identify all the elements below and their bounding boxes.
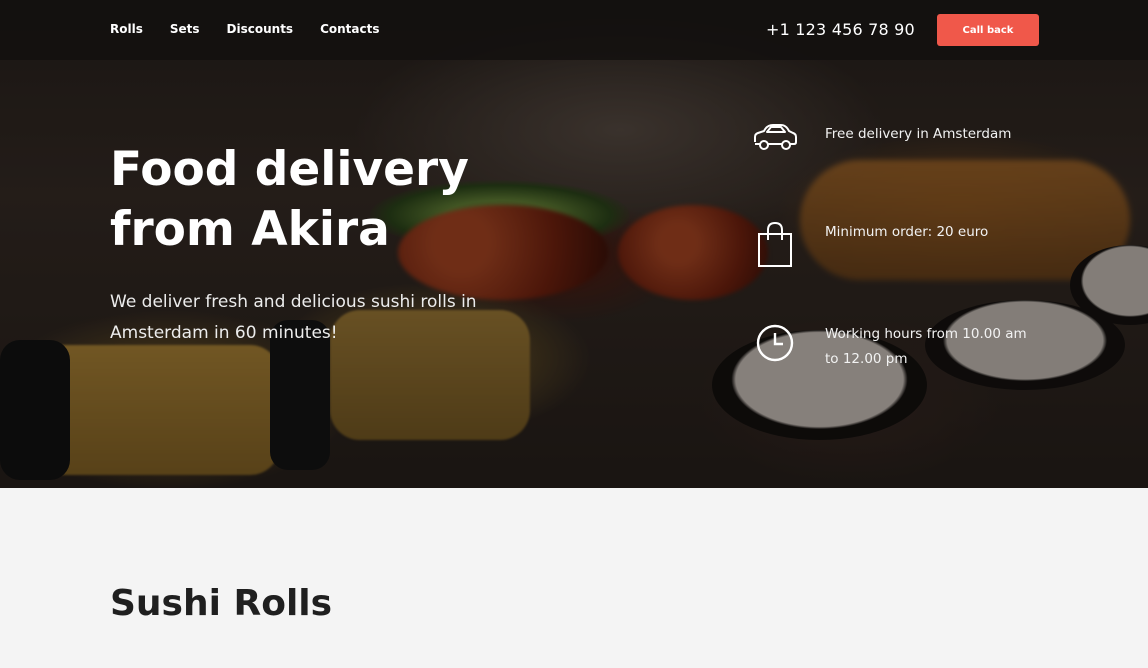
hero-title: Food delivery from Akira <box>110 142 469 257</box>
feature-working-hours-text: Working hours from 10.00 am to 12.00 pm <box>825 326 1027 367</box>
feature-working-hours: Working hours from 10.00 am to 12.00 pm <box>750 322 1035 372</box>
site-header: Rolls Sets Discounts Contacts +1 123 456… <box>0 0 1148 60</box>
phone-number[interactable]: +1 123 456 78 90 <box>766 20 915 39</box>
nav-item-discounts[interactable]: Discounts <box>227 22 294 36</box>
feature-delivery: Free delivery in Amsterdam <box>750 122 1035 162</box>
car-icon <box>750 122 800 162</box>
content-section: Sushi Rolls <box>0 488 1148 668</box>
feature-minimum-order-text: Minimum order: 20 euro <box>825 224 989 240</box>
feature-minimum-order: Minimum order: 20 euro <box>750 220 1035 267</box>
clock-icon <box>750 322 800 362</box>
feature-delivery-text: Free delivery in Amsterdam <box>825 126 1012 142</box>
call-back-button[interactable]: Call back <box>937 14 1039 46</box>
section-title: Sushi Rolls <box>110 583 333 624</box>
nav-item-contacts[interactable]: Contacts <box>320 22 379 36</box>
nav-item-sets[interactable]: Sets <box>170 22 200 36</box>
hero-section: Food delivery from Akira We deliver fres… <box>0 0 1148 488</box>
shopping-bag-icon <box>750 220 800 267</box>
hero-subtitle: We deliver fresh and delicious sushi rol… <box>110 292 477 343</box>
main-nav: Rolls Sets Discounts Contacts <box>110 22 380 36</box>
nav-item-rolls[interactable]: Rolls <box>110 22 143 36</box>
